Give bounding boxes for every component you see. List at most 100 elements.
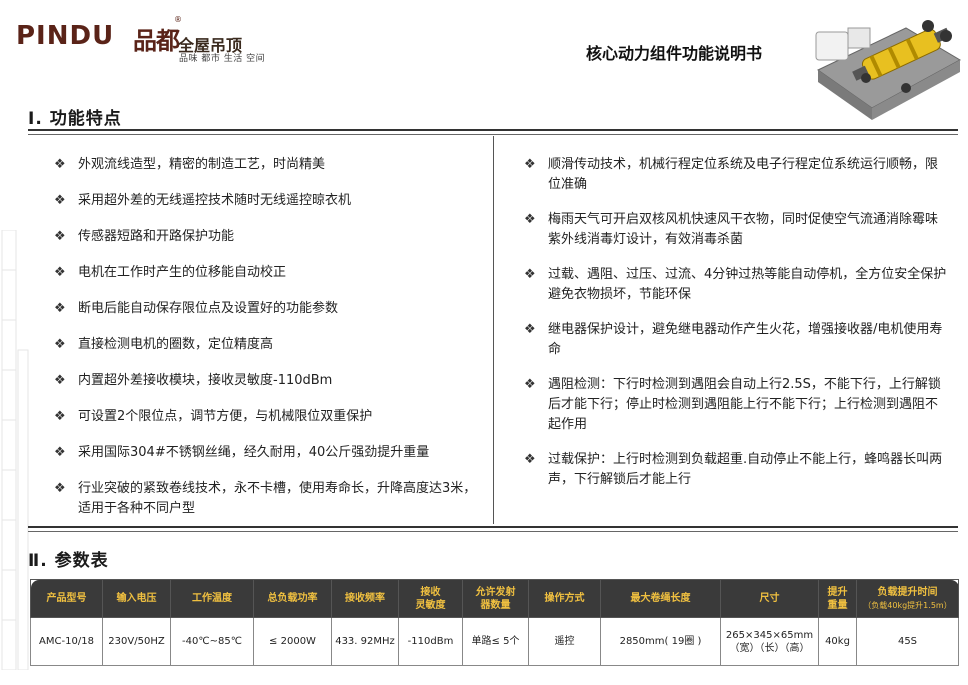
column-header: 提升 重量 [818, 579, 857, 618]
diamond-bullet-icon: ❖ [524, 157, 536, 172]
column-header-label: 负载提升时间 [877, 586, 938, 598]
brand-logo: PINDU 品都 ® 全屋吊顶 品味 都市 生活 空间 [16, 15, 266, 64]
brand-chinese-name: 品都 [133, 27, 180, 55]
feature-text: 采用国际304#不锈钢丝绳，经久耐用，40公斤强劲提升重量 [78, 445, 430, 460]
table-cell: 40kg [818, 617, 857, 666]
feature-text: 传感器短路和开路保护功能 [78, 229, 235, 244]
column-header: 负载提升时间 （负载40kg提升1.5m） [856, 579, 959, 618]
column-divider [493, 136, 494, 524]
column-header: 操作方式 [528, 579, 601, 618]
table-cell: 45S [856, 617, 959, 666]
diamond-bullet-icon: ❖ [54, 157, 66, 172]
registered-mark: ® [174, 15, 182, 24]
column-header: 接收频率 [331, 579, 399, 618]
list-item: ❖ 采用超外差的无线遥控技术随时无线遥控晾衣机 [54, 191, 484, 211]
feature-list-right: ❖ 顺滑传动技术，机械行程定位系统及电子行程定位系统运行顺畅，限位准确 ❖ 梅雨天气可… [524, 155, 949, 505]
table-cell: 230V/50HZ [102, 617, 171, 666]
section-divider [28, 531, 958, 532]
table-cell: -40℃~85℃ [170, 617, 254, 666]
diamond-bullet-icon: ❖ [524, 452, 536, 467]
list-item: ❖ 过载保护：上行时检测到负载超重.自动停止不能上行，蜂鸣器长叫两声，下行解锁后才… [524, 450, 949, 490]
feature-text: 外观流线造型，精密的制造工艺，时尚精美 [78, 157, 326, 172]
column-header-label: 输入电压 [116, 593, 157, 604]
feature-list-left: ❖ 外观流线造型，精密的制造工艺，时尚精美 ❖ 采用超外差的无线遥控技术随时无线遥控晾… [54, 155, 484, 535]
list-item: ❖ 行业突破的紧致卷线技术，永不卡槽，使用寿命长，升降高度达3米，适用于各种不同户… [54, 479, 484, 519]
diamond-bullet-icon: ❖ [524, 212, 536, 227]
features-heading: Ⅰ. 功能特点 [28, 109, 122, 129]
section-divider [28, 129, 958, 131]
specs-heading: Ⅱ. 参数表 [28, 551, 109, 571]
column-header-label: 允许发射 器数量 [475, 586, 516, 611]
diamond-bullet-icon: ❖ [54, 445, 66, 460]
column-header: 接收 灵敏度 [398, 579, 463, 618]
feature-text: 顺滑传动技术，机械行程定位系统及电子行程定位系统运行顺畅，限位准确 [548, 157, 939, 192]
table-cell: 2850mm( 19圈 ) [600, 617, 721, 666]
diamond-bullet-icon: ❖ [54, 301, 66, 316]
diamond-bullet-icon: ❖ [54, 265, 66, 280]
list-item: ❖ 顺滑传动技术，机械行程定位系统及电子行程定位系统运行顺畅，限位准确 [524, 155, 949, 195]
diamond-bullet-icon: ❖ [54, 373, 66, 388]
column-header-label: 总负载功率 [267, 593, 318, 604]
diamond-bullet-icon: ❖ [54, 193, 66, 208]
column-header-label: 尺寸 [759, 593, 780, 604]
column-header-label: 最大卷绳长度 [630, 593, 691, 604]
table-cell: 单路≤ 5个 [462, 617, 529, 666]
table-cell: AMC-10/18 [30, 617, 103, 666]
diamond-bullet-icon: ❖ [54, 229, 66, 244]
column-header-sublabel: （负载40kg提升1.5m） [863, 600, 952, 610]
list-item: ❖ 外观流线造型，精密的制造工艺，时尚精美 [54, 155, 484, 175]
table-cell: ≤ 2000W [253, 617, 332, 666]
column-header: 输入电压 [102, 579, 171, 618]
feature-text: 可设置2个限位点，调节方便，与机械限位双重保护 [78, 409, 373, 424]
table-cell: 遥控 [528, 617, 601, 666]
column-header-label: 产品型号 [46, 593, 87, 604]
column-header: 总负载功率 [253, 579, 332, 618]
diamond-bullet-icon: ❖ [524, 267, 536, 282]
list-item: ❖ 过载、遇阻、过压、过流、4分钟过热等能自动停机，全方位安全保护避免衣物损坏，节… [524, 265, 949, 305]
table-cell: 265×345×65mm （宽）（长）（高） [720, 617, 819, 666]
column-header: 产品型号 [30, 579, 103, 618]
list-item: ❖ 直接检测电机的圈数，定位精度高 [54, 335, 484, 355]
building-outline-decoration [1, 230, 29, 670]
section-divider [28, 526, 958, 528]
column-header-label: 工作温度 [192, 593, 232, 604]
column-header: 尺寸 [720, 579, 819, 618]
feature-text: 采用超外差的无线遥控技术随时无线遥控晾衣机 [78, 193, 352, 208]
feature-text: 遇阻检测：下行时检测到遇阻会自动上行2.5S，不能下行，上行解锁后才能下行；停止… [548, 377, 941, 432]
table-cell: -110dBm [398, 617, 463, 666]
section-divider [28, 134, 958, 135]
spec-header-row: 产品型号 输入电压 工作温度 总负载功率 接收频率 接收 灵敏度 允许发射 器数量 操作方式 最… [30, 579, 959, 618]
feature-text: 断电后能自动保存限位点及设置好的功能参数 [78, 301, 339, 316]
list-item: ❖ 采用国际304#不锈钢丝绳，经久耐用，40公斤强劲提升重量 [54, 443, 484, 463]
list-item: ❖ 内置超外差接收模块，接收灵敏度-110dBm [54, 371, 484, 391]
column-header: 最大卷绳长度 [600, 579, 721, 618]
feature-text: 过载、遇阻、过压、过流、4分钟过热等能自动停机，全方位安全保护避免衣物损坏，节能… [548, 267, 947, 302]
diamond-bullet-icon: ❖ [54, 337, 66, 352]
motor-assembly-illustration [815, 20, 962, 120]
document-title: 核心动力组件功能说明书 [586, 44, 763, 63]
column-header-label: 提升 重量 [827, 586, 848, 611]
column-header-label: 操作方式 [544, 593, 585, 604]
table-cell: 433. 92MHz [331, 617, 399, 666]
diamond-bullet-icon: ❖ [524, 377, 536, 392]
feature-text: 内置超外差接收模块，接收灵敏度-110dBm [78, 373, 333, 388]
spec-table: 产品型号 输入电压 工作温度 总负载功率 接收频率 接收 灵敏度 允许发射 器数量 操作方式 最… [30, 579, 959, 666]
diamond-bullet-icon: ❖ [54, 481, 66, 496]
list-item: ❖ 继电器保护设计，避免继电器动作产生火花，增强接收器/电机使用寿命 [524, 320, 949, 360]
list-item: ❖ 可设置2个限位点，调节方便，与机械限位双重保护 [54, 407, 484, 427]
table-row: AMC-10/18 230V/50HZ -40℃~85℃ ≤ 2000W 433. 92… [30, 617, 959, 666]
list-item: ❖ 断电后能自动保存限位点及设置好的功能参数 [54, 299, 484, 319]
column-header: 允许发射 器数量 [462, 579, 529, 618]
feature-text: 电机在工作时产生的位移能自动校正 [78, 265, 287, 280]
feature-text: 继电器保护设计，避免继电器动作产生火花，增强接收器/电机使用寿命 [548, 322, 943, 357]
diamond-bullet-icon: ❖ [524, 322, 536, 337]
brand-wordmark: PINDU [16, 21, 115, 51]
list-item: ❖ 电机在工作时产生的位移能自动校正 [54, 263, 484, 283]
diamond-bullet-icon: ❖ [54, 409, 66, 424]
column-header: 工作温度 [170, 579, 254, 618]
list-item: ❖ 梅雨天气可开启双核风机快速风干衣物，同时促使空气流通消除霉味紫外线消毒灯设计，… [524, 210, 949, 250]
list-item: ❖ 传感器短路和开路保护功能 [54, 227, 484, 247]
feature-text: 行业突破的紧致卷线技术，永不卡槽，使用寿命长，升降高度达3米，适用于各种不同户型 [78, 481, 477, 516]
feature-text: 直接检测电机的圈数，定位精度高 [78, 337, 274, 352]
column-header-label: 接收 灵敏度 [415, 586, 446, 611]
